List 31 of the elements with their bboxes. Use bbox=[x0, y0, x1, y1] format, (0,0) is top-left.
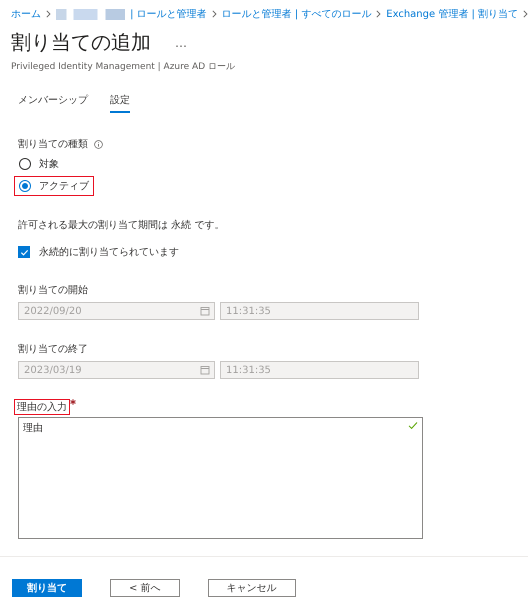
secondary-button[interactable]: < 前へ bbox=[110, 579, 180, 597]
secondary-button[interactable]: キャンセル bbox=[208, 579, 296, 597]
page-subtitle: Privileged Identity Management | Azure AD ロール bbox=[10, 61, 236, 73]
radio-option[interactable]: 対象 bbox=[14, 154, 64, 174]
chevron-icon bbox=[523, 10, 528, 18]
info-text: 許可される最大の割り当て期間は 永続 です。 bbox=[18, 218, 226, 232]
field-label: 割り当ての種類 bbox=[18, 138, 88, 151]
tab[interactable]: メンバーシップ bbox=[18, 93, 88, 113]
page-title: 割り当ての追加 bbox=[11, 29, 151, 56]
radio-button[interactable] bbox=[19, 180, 31, 192]
breadcrumb-link[interactable]: Exchange 管理者 | 割り当て bbox=[386, 7, 518, 21]
radio-option[interactable]: アクティブ bbox=[14, 176, 94, 196]
breadcrumb-link[interactable]: ホーム bbox=[11, 7, 41, 21]
checkbox[interactable] bbox=[18, 246, 30, 258]
chevron-icon bbox=[376, 10, 382, 18]
chevron-icon bbox=[212, 10, 217, 18]
calendar-icon[interactable] bbox=[200, 365, 210, 375]
reason-textarea[interactable]: 理由 bbox=[18, 417, 423, 539]
assign-button[interactable]: 割り当て bbox=[12, 579, 82, 597]
breadcrumb-link[interactable]: | ロールと管理者 bbox=[130, 7, 207, 21]
field-label: 割り当ての開始 bbox=[18, 284, 89, 297]
checkbox-option[interactable]: 永続的に割り当てられています bbox=[18, 245, 179, 259]
info-icon[interactable] bbox=[94, 140, 103, 148]
radio-button[interactable] bbox=[19, 158, 31, 170]
field-label: 理由の入力 bbox=[14, 399, 70, 415]
tab[interactable]: 設定 bbox=[110, 93, 130, 113]
calendar-icon[interactable] bbox=[200, 306, 210, 316]
field-label: 割り当ての終了 bbox=[18, 342, 89, 356]
breadcrumb-link[interactable]: ロールと管理者 | すべてのロール bbox=[222, 7, 372, 21]
chevron-icon bbox=[46, 10, 51, 18]
more-button[interactable]: … bbox=[175, 36, 187, 50]
